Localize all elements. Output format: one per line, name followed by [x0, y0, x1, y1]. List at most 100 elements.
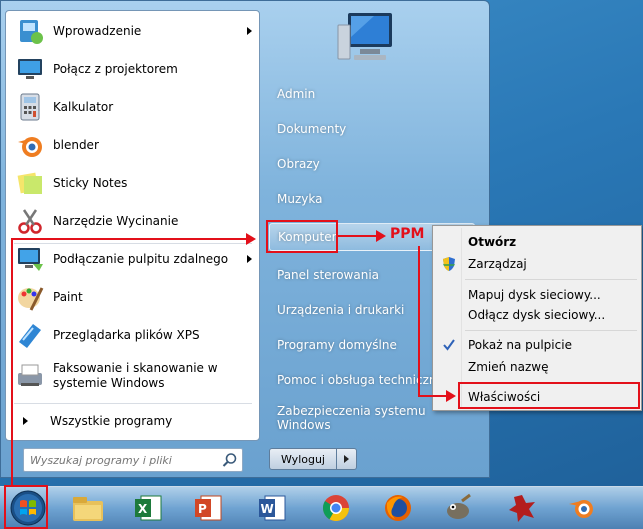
blender-icon	[18, 137, 42, 157]
right-item-label: Obrazy	[277, 157, 320, 171]
start-orb-button[interactable]	[8, 488, 48, 528]
ctx-label: Otwórz	[468, 235, 517, 249]
taskbar-excel[interactable]: X	[128, 490, 168, 526]
shutdown-group: Wyloguj	[269, 448, 357, 470]
program-item-calculator[interactable]: Kalkulator	[8, 89, 258, 125]
ctx-label: Mapuj dysk sieciowy...	[468, 288, 601, 302]
ppm-annotation-label: PPM	[390, 226, 425, 242]
firefox-icon	[385, 495, 411, 521]
program-label: Kalkulator	[53, 99, 114, 114]
gimp-icon	[447, 493, 471, 519]
taskbar-chrome[interactable]	[316, 490, 356, 526]
right-item-label: Urządzenia i drukarki	[277, 303, 405, 317]
ctx-item-disconnect-network-drive[interactable]: Odłącz dysk sieciowy...	[435, 304, 640, 326]
svg-text:X: X	[138, 502, 148, 516]
right-item-label: Admin	[277, 87, 316, 101]
taskbar-gimp[interactable]	[438, 490, 478, 526]
all-programs-arrow-icon	[23, 417, 28, 425]
program-item-fax-scan[interactable]: Faksowanie i skanowanie w systemie Windo…	[8, 355, 258, 397]
ctx-item-rename[interactable]: Zmień nazwę	[435, 356, 640, 378]
taskbar-firefox[interactable]	[378, 490, 418, 526]
ctx-item-properties[interactable]: Właściwości	[435, 386, 640, 408]
annotation-arrowhead-icon	[376, 230, 386, 242]
app-icon	[509, 495, 535, 522]
svg-text:W: W	[261, 502, 274, 516]
program-label: Połącz z projektorem	[53, 61, 178, 76]
program-label: Przeglądarka plików XPS	[53, 327, 200, 342]
program-item-remote-desktop[interactable]: Podłączanie pulpitu zdalnego	[8, 241, 258, 277]
ctx-item-show-on-desktop[interactable]: Pokaż na pulpicie	[435, 334, 640, 356]
calculator-icon	[20, 93, 40, 121]
program-label: Sticky Notes	[53, 175, 128, 190]
right-item-label: Dokumenty	[277, 122, 347, 136]
ctx-label: Odłącz dysk sieciowy...	[468, 308, 606, 322]
program-label: Wprowadzenie	[53, 23, 142, 38]
program-item-blender[interactable]: blender	[8, 127, 258, 163]
right-item-label: Programy domyślne	[277, 338, 397, 352]
taskbar-app[interactable]	[502, 490, 542, 526]
user-picture-monitor-icon[interactable]	[334, 11, 398, 67]
right-item-label: Pomoc i obsługa techniczna	[277, 373, 444, 387]
right-item-label: Komputer	[278, 230, 337, 244]
programs-pane: Wprowadzenie Połącz z projektorem Kalkul…	[5, 10, 260, 441]
annotation-arrowhead-icon	[246, 233, 256, 245]
snipping-tool-icon	[18, 209, 42, 234]
search-input[interactable]	[24, 449, 214, 471]
program-label: Narzędzie Wycinanie	[53, 213, 179, 228]
program-label-block: Faksowanie i skanowanie w systemie Windo…	[53, 361, 218, 391]
program-item-sticky-notes[interactable]: Sticky Notes	[8, 165, 258, 201]
ctx-item-map-network-drive[interactable]: Mapuj dysk sieciowy...	[435, 284, 640, 306]
shield-icon	[443, 257, 455, 271]
right-item-label: Panel sterowania	[277, 268, 379, 282]
program-label: Podłączanie pulpitu zdalnego	[53, 251, 229, 266]
remote-desktop-icon	[18, 248, 43, 271]
program-item-snipping-tool[interactable]: Narzędzie Wycinanie	[8, 203, 258, 239]
fax-scan-icon	[18, 364, 42, 386]
ctx-item-open[interactable]: Otwórz	[435, 231, 640, 253]
taskbar-blender[interactable]	[562, 490, 602, 526]
ctx-label: Zarządzaj	[468, 257, 527, 271]
taskbar-explorer[interactable]	[68, 490, 108, 526]
explorer-icon	[73, 497, 103, 521]
ctx-label: Zmień nazwę	[468, 360, 549, 374]
right-item-music[interactable]: Muzyka	[269, 185, 475, 213]
all-programs-button[interactable]: Wszystkie programy	[8, 409, 258, 433]
logoff-button[interactable]: Wyloguj	[269, 448, 337, 470]
search-box[interactable]	[23, 448, 243, 472]
context-menu: Otwórz Zarządzaj Mapuj dysk sieciowy... …	[432, 225, 642, 411]
taskbar-powerpoint[interactable]: P	[188, 490, 228, 526]
program-item-projector[interactable]: Połącz z projektorem	[8, 51, 258, 87]
ctx-item-manage[interactable]: Zarządzaj	[435, 253, 640, 275]
program-item-paint[interactable]: Paint	[8, 279, 258, 315]
word-icon: W	[259, 495, 286, 521]
right-item-label: Muzyka	[277, 192, 323, 206]
taskbar-word[interactable]: W	[252, 490, 292, 526]
submenu-arrow-icon[interactable]	[247, 255, 252, 263]
ctx-label: Właściwości	[468, 390, 541, 404]
blender-icon	[569, 500, 593, 518]
annotation-arrowhead-icon	[446, 390, 456, 402]
svg-text:P: P	[198, 502, 207, 516]
checkmark-icon	[443, 339, 455, 351]
powerpoint-icon: P	[195, 495, 222, 521]
right-item-pictures[interactable]: Obrazy	[269, 150, 475, 178]
program-item-xps-viewer[interactable]: Przeglądarka plików XPS	[8, 317, 258, 353]
ctx-separator	[465, 330, 637, 331]
all-programs-label: Wszystkie programy	[50, 414, 173, 428]
program-label: blender	[53, 137, 99, 152]
getting-started-icon	[20, 20, 43, 44]
right-item-documents[interactable]: Dokumenty	[269, 115, 475, 143]
right-item-admin[interactable]: Admin	[269, 80, 475, 108]
pane-separator	[14, 403, 252, 404]
program-item-getting-started[interactable]: Wprowadzenie	[8, 13, 258, 49]
program-label: Paint	[53, 289, 83, 304]
shutdown-options-arrow-icon[interactable]	[337, 448, 357, 470]
search-icon[interactable]	[222, 452, 238, 468]
ctx-separator	[465, 382, 637, 383]
sticky-notes-icon	[17, 172, 42, 194]
paint-icon	[18, 287, 44, 311]
ctx-separator	[465, 279, 637, 280]
chrome-icon	[322, 495, 350, 522]
ctx-label: Pokaż na pulpicie	[468, 338, 572, 352]
submenu-arrow-icon[interactable]	[247, 27, 252, 35]
